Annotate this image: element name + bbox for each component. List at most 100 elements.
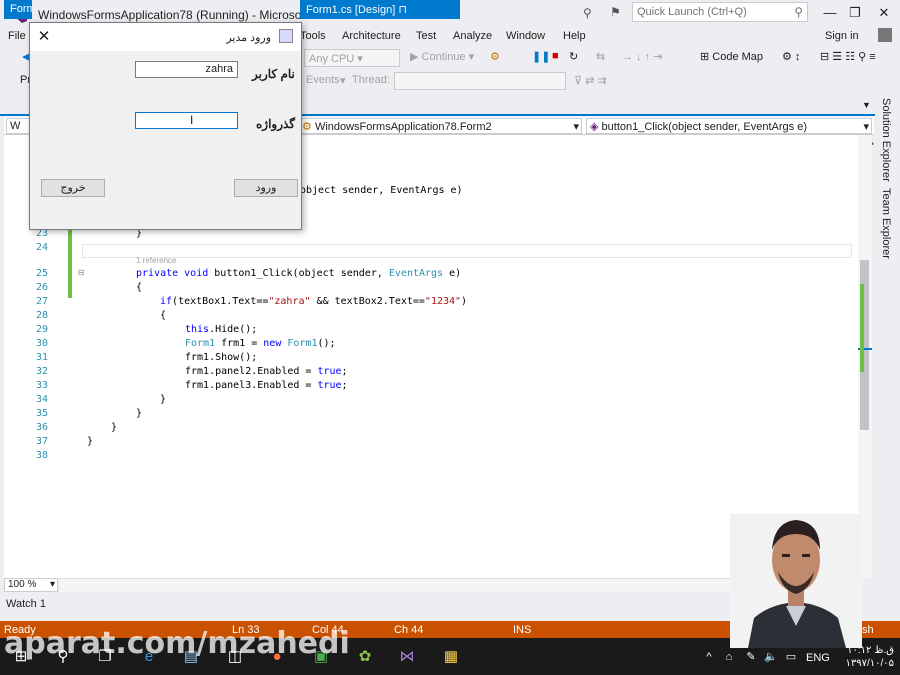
- visual-studio-taskbar-icon[interactable]: ⋈: [396, 646, 418, 668]
- menu-file[interactable]: File: [8, 30, 26, 42]
- class-combo[interactable]: ⚙ WindowsFormsApplication78.Form2 ▾: [298, 118, 582, 134]
- code-line-26: {: [136, 282, 143, 293]
- code-line-31: frm1.Show();: [185, 352, 258, 363]
- line-number: 32: [35, 366, 48, 377]
- line-number: 35: [35, 408, 48, 419]
- stop-icon[interactable]: ■: [552, 50, 559, 62]
- menu-tools[interactable]: Tools: [300, 30, 326, 42]
- code-line-36: }: [111, 422, 118, 433]
- code-line-33: frm1.panel3.Enabled = true;: [185, 380, 348, 391]
- code-line-30: Form1 frm1 = new Form1();: [185, 338, 336, 349]
- code-keyword: new: [263, 338, 282, 349]
- menu-test[interactable]: Test: [416, 30, 436, 42]
- menu-window[interactable]: Window: [506, 30, 545, 42]
- close-window-button[interactable]: ✕: [872, 4, 896, 22]
- account-avatar-icon[interactable]: [878, 28, 892, 42]
- chevron-down-icon: ▾: [863, 121, 869, 133]
- status-ins: INS: [513, 624, 532, 636]
- method-icon: ◈: [590, 121, 599, 133]
- continue-button[interactable]: ▶ Continue ▾: [410, 50, 474, 63]
- thread-filter-icons[interactable]: ⊽ ⇄ ⇉: [574, 74, 607, 87]
- chevron-down-icon: ▾: [573, 121, 579, 133]
- dialog-close-button[interactable]: ✕: [34, 27, 54, 47]
- username-input[interactable]: zahra: [135, 61, 238, 78]
- code-type: Form1: [287, 338, 318, 349]
- mic-icon[interactable]: ✎: [740, 646, 762, 668]
- line-number: 34: [35, 394, 48, 405]
- zoom-combo[interactable]: 100 % ▾: [4, 578, 58, 592]
- code-text: ;: [341, 380, 348, 391]
- recorder-icon[interactable]: ✿: [354, 646, 376, 668]
- password-input[interactable]: [135, 112, 238, 129]
- restart-icon[interactable]: ↻: [569, 50, 578, 63]
- line-number: 36: [35, 422, 48, 433]
- tray-overflow-icon[interactable]: ^: [698, 646, 720, 668]
- tab-list-dropdown-icon[interactable]: ▼: [862, 100, 871, 110]
- step-into-icon[interactable]: → ↓ ↑ ⇥: [622, 50, 662, 63]
- exit-button[interactable]: خروج: [41, 179, 105, 197]
- notification-icon[interactable]: ⚑: [610, 5, 621, 19]
- attach-icon[interactable]: ⚙: [490, 50, 500, 63]
- feedback-filter-icon[interactable]: ⚲: [583, 6, 592, 20]
- code-text: ();: [317, 338, 336, 349]
- events-label[interactable]: Events: [306, 74, 340, 86]
- project-combo-value: W: [10, 120, 21, 132]
- watch-panel-header: [0, 594, 728, 620]
- code-string: "1234": [424, 296, 462, 307]
- menu-help[interactable]: Help: [563, 30, 586, 42]
- status-publish[interactable]: sh: [862, 624, 874, 636]
- events-dropdown-icon[interactable]: ▾: [340, 74, 346, 87]
- code-string: "zahra": [268, 296, 311, 307]
- member-combo[interactable]: ◈ button1_Click(object sender, EventArgs…: [586, 118, 872, 134]
- code-keyword: true: [317, 380, 342, 391]
- pin-icon[interactable]: ⊓: [398, 4, 407, 16]
- team-explorer-tab[interactable]: Team Explorer: [880, 188, 892, 259]
- layout-icons[interactable]: ⊟ ☰ ☷ ⚲ ≡: [820, 50, 876, 63]
- breakpoint-settings-icon[interactable]: ⚙ ↕: [782, 50, 800, 63]
- input-language[interactable]: ENG: [806, 652, 830, 664]
- volume-icon[interactable]: 🔈: [760, 646, 782, 668]
- tab-form-code[interactable]: Form: [4, 0, 32, 19]
- code-map-button[interactable]: ⊞ Code Map: [700, 50, 763, 63]
- tab-form1-design[interactable]: Form1.cs [Design] ⊓: [300, 0, 460, 19]
- solution-explorer-tab[interactable]: Solution Explorer: [880, 98, 892, 182]
- class-icon: ⚙: [302, 121, 312, 133]
- chevron-down-icon: ▾: [49, 579, 55, 590]
- line-number: 31: [35, 352, 48, 363]
- code-line-29: this.Hide();: [185, 324, 257, 335]
- menu-analyze[interactable]: Analyze: [453, 30, 492, 42]
- network-icon[interactable]: ⌂: [718, 646, 740, 668]
- login-button[interactable]: ورود: [234, 179, 298, 197]
- quick-launch-input[interactable]: Quick Launch (Ctrl+Q) ⚲: [632, 2, 808, 22]
- line-number: 30: [35, 338, 48, 349]
- platform-value: Any CPU: [309, 53, 355, 65]
- minimize-button[interactable]: —: [818, 4, 842, 22]
- watermark-text: aparat.com/mzahedi: [4, 626, 350, 661]
- watch-1-tab[interactable]: Watch 1: [6, 598, 46, 610]
- text-cursor-icon: I: [190, 113, 194, 127]
- code-text: frm1 =: [215, 338, 264, 349]
- line-number: 29: [35, 324, 48, 335]
- break-all-icon[interactable]: ❚❚: [532, 50, 550, 63]
- show-next-statement-icon[interactable]: ⇆: [596, 50, 605, 63]
- sign-in-link[interactable]: Sign in: [825, 30, 859, 42]
- code-line-35: }: [136, 408, 143, 419]
- project-combo[interactable]: W: [6, 118, 30, 134]
- code-line-partial: object sender, EventArgs e): [300, 185, 463, 196]
- thread-combo[interactable]: [394, 72, 566, 90]
- reference-codelens[interactable]: 1 reference: [136, 256, 176, 265]
- running-app-icon[interactable]: ▦: [440, 646, 462, 668]
- battery-icon[interactable]: ▭: [780, 646, 802, 668]
- code-keyword: true: [317, 366, 342, 377]
- search-icon: ⚲: [794, 5, 803, 19]
- code-text: .Hide();: [209, 324, 258, 335]
- maximize-button[interactable]: ❐: [843, 4, 867, 22]
- platform-combo[interactable]: Any CPU ▾: [304, 49, 400, 67]
- line-number: 37: [35, 436, 48, 447]
- menu-architecture[interactable]: Architecture: [342, 30, 401, 42]
- password-label: گذرواژه: [256, 117, 296, 131]
- code-line-34: }: [160, 394, 167, 405]
- collapse-icon[interactable]: ⊟: [78, 268, 85, 277]
- horizontal-scrollbar[interactable]: [60, 578, 730, 592]
- code-text: (textBox1.Text==: [172, 296, 269, 307]
